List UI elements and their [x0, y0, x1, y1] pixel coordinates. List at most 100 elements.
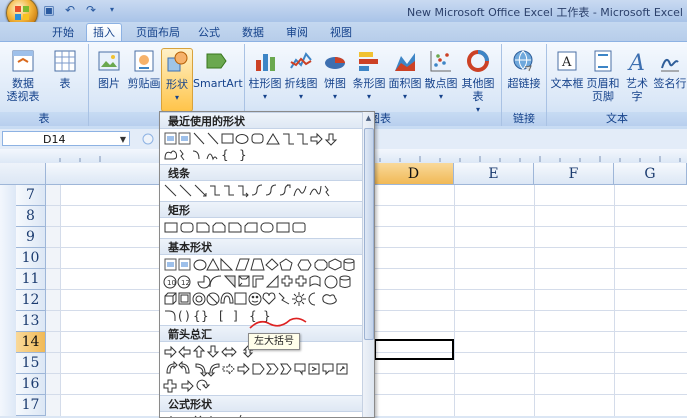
svg-text:{: { [193, 309, 201, 323]
svg-text:}: } [239, 148, 247, 162]
qat-dropdown-icon[interactable]: ▾ [105, 3, 119, 17]
bar-chart-icon [359, 52, 378, 71]
title-bar: ▣ ↶ ↷ ▾ New Microsoft Office Excel 工作表 -… [0, 0, 687, 29]
shapes-dropdown-icon: ▾ [174, 93, 179, 102]
grid-line [454, 185, 455, 416]
rectangle-shapes-icons [164, 222, 306, 233]
column-header-e[interactable]: E [454, 163, 534, 185]
section-basic-shapes: 基本形状 [160, 238, 362, 255]
scatter-chart-dropdown-icon: ▾ [438, 92, 443, 101]
formula-separator [138, 132, 158, 146]
hyperlink-icon [513, 50, 533, 72]
basic-shapes-icons-3 [164, 292, 337, 306]
scatter-chart-button[interactable]: 散点图 ▾ [423, 48, 459, 103]
pie-chart-icon [325, 57, 345, 69]
pie-chart-dropdown-icon: ▾ [332, 92, 337, 101]
rectangles-row[interactable] [163, 220, 359, 236]
circle-icon [142, 133, 154, 145]
red-annotation-mark [249, 317, 307, 329]
svg-text:(: ( [178, 309, 183, 323]
svg-text:[: [ [219, 309, 224, 323]
gallery-scrollbar[interactable]: ▲ [362, 112, 374, 417]
name-box-dropdown-icon[interactable]: ▼ [120, 132, 126, 147]
arrows-row-3[interactable] [163, 378, 359, 394]
tables-group-label: 表 [0, 112, 88, 126]
tab-formulas[interactable]: 公式 [192, 24, 226, 41]
row-header-7[interactable]: 7 [16, 185, 46, 206]
row-header-9[interactable]: 9 [16, 227, 46, 248]
selected-cell-d14[interactable] [374, 339, 454, 360]
tab-page-layout[interactable]: 页面布局 [130, 24, 186, 41]
column-chart-button[interactable]: 柱形图 ▾ [247, 48, 283, 103]
svg-text:A: A [561, 55, 572, 70]
line-chart-dropdown-icon: ▾ [298, 92, 303, 101]
name-box[interactable]: D14 ▼ [2, 131, 130, 146]
save-icon[interactable]: ▣ [42, 3, 56, 17]
row-header-13[interactable]: 13 [16, 311, 46, 332]
smartart-button[interactable]: SmartArt [193, 48, 243, 90]
arrows-row-2[interactable] [163, 361, 359, 377]
tab-review[interactable]: 审阅 [280, 24, 314, 41]
wordart-button[interactable]: A 艺术字 [621, 48, 653, 103]
basic-shapes-row-1[interactable] [163, 257, 359, 273]
row-header-11[interactable]: 11 [16, 269, 46, 290]
svg-text:12: 12 [181, 279, 190, 287]
column-chart-dropdown-icon: ▾ [262, 92, 267, 101]
row-header-10[interactable]: 10 [16, 248, 46, 269]
window-title: New Microsoft Office Excel 工作表 - Microso… [407, 6, 683, 19]
lines-row[interactable] [163, 183, 359, 199]
textbox-button[interactable]: A 文本框 [549, 48, 585, 90]
area-chart-dropdown-icon: ▾ [402, 92, 407, 101]
area-chart-button[interactable]: 面积图 ▾ [387, 48, 423, 103]
column-header-f[interactable]: F [534, 163, 614, 185]
row-header-12[interactable]: 12 [16, 290, 46, 311]
other-charts-button[interactable]: 其他图表 ▾ [457, 48, 499, 116]
tab-insert[interactable]: 插入 [86, 23, 122, 42]
recent-shapes-row-1[interactable] [163, 131, 359, 147]
svg-text:}: } [201, 309, 209, 323]
hyperlink-button[interactable]: 超链接 [504, 48, 544, 90]
tables-group: 数据 透视表 表 表 [0, 44, 89, 126]
basic-shapes-row-3[interactable] [163, 291, 359, 307]
header-footer-button[interactable]: 页眉和 页脚 [585, 48, 621, 103]
block-arrows-icons-2 [166, 361, 348, 377]
row-header-8[interactable]: 8 [16, 206, 46, 227]
select-all-corner[interactable] [0, 163, 46, 185]
line-shapes-icons [164, 184, 330, 198]
line-chart-button[interactable]: 折线图 ▾ [283, 48, 319, 103]
grid-line [534, 185, 535, 416]
table-button[interactable]: 表 [48, 48, 82, 90]
scroll-up-icon[interactable]: ▲ [364, 113, 373, 123]
tab-data[interactable]: 数据 [236, 24, 270, 41]
pie-chart-button[interactable]: 饼图 ▾ [319, 48, 351, 103]
bar-chart-button[interactable]: 条形图 ▾ [351, 48, 387, 103]
section-rectangles: 矩形 [160, 201, 362, 218]
svg-text:): ) [185, 309, 190, 323]
clipart-button[interactable]: 剪贴画 [125, 48, 163, 90]
picture-button[interactable]: 图片 [93, 48, 125, 90]
tab-home[interactable]: 开始 [46, 24, 80, 41]
undo-icon[interactable]: ↶ [63, 3, 77, 17]
basic-shapes-icons-2: 10 12 [163, 274, 351, 289]
redo-icon[interactable]: ↷ [84, 3, 98, 17]
page-margin [46, 185, 61, 416]
basic-shapes-row-2[interactable]: 10 12 [163, 274, 359, 290]
tab-view[interactable]: 视图 [324, 24, 358, 41]
row-header-16[interactable]: 16 [16, 374, 46, 395]
recent-shapes-row-2[interactable]: {} [163, 147, 283, 163]
row-header-14[interactable]: 14 [16, 332, 46, 353]
ribbon-tabs: 开始 插入 页面布局 公式 数据 审阅 视图 [0, 22, 687, 42]
scroll-thumb[interactable] [364, 128, 374, 340]
signature-line-button[interactable]: 签名行 [653, 48, 687, 90]
row-header-15[interactable]: 15 [16, 353, 46, 374]
row-header-17[interactable]: 17 [16, 395, 46, 416]
column-header-d[interactable]: D [374, 163, 454, 185]
pivot-table-button[interactable]: 数据 透视表 [4, 48, 42, 103]
section-lines: 线条 [160, 164, 362, 181]
shapes-button[interactable]: 形状 ▾ [161, 48, 193, 112]
picture-icon [98, 51, 120, 71]
svg-text:]: ] [233, 309, 238, 323]
text-group: A 文本框 页眉和 页脚 A 艺术字 签名行 文本 [547, 44, 687, 126]
smartart-icon [206, 53, 227, 69]
column-header-g[interactable]: G [614, 163, 687, 185]
